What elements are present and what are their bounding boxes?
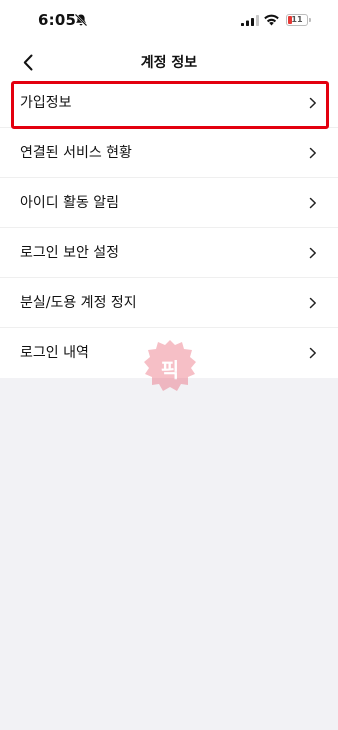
- menu-item-label: 연결된 서비스 현황: [20, 145, 132, 161]
- bell-off-icon: [74, 13, 88, 27]
- chevron-right-icon: [309, 247, 316, 259]
- menu-item-label: 가입정보: [20, 95, 72, 111]
- wifi-icon: [264, 14, 279, 26]
- chevron-right-icon: [309, 147, 316, 159]
- menu-item-login-security[interactable]: 로그인 보안 설정: [0, 228, 338, 278]
- chevron-right-icon: [309, 97, 316, 109]
- menu-item-id-activity-alerts[interactable]: 아이디 활동 알림: [0, 178, 338, 228]
- menu-item-label: 로그인 보안 설정: [20, 245, 120, 261]
- menu-item-lost-stolen-suspend[interactable]: 분실/도용 계정 정지: [0, 278, 338, 328]
- status-time: 6:05: [38, 11, 77, 29]
- status-bar: 6:05 11: [0, 0, 338, 44]
- menu-item-connected-services[interactable]: 연결된 서비스 현황: [0, 128, 338, 178]
- battery-icon: 11: [286, 14, 308, 26]
- chevron-right-icon: [309, 297, 316, 309]
- signal-icon: [241, 15, 259, 26]
- battery-level-text: 11: [291, 15, 303, 24]
- chevron-right-icon: [309, 197, 316, 209]
- navigation-bar: 계정 정보: [0, 44, 338, 78]
- menu-item-label: 분실/도용 계정 정지: [20, 295, 137, 311]
- menu-item-signup-info[interactable]: 가입정보: [0, 78, 338, 128]
- menu-item-login-history[interactable]: 로그인 내역: [0, 328, 338, 378]
- battery-tip: [309, 18, 311, 22]
- menu-item-label: 아이디 활동 알림: [20, 195, 120, 211]
- page-title: 계정 정보: [140, 55, 198, 71]
- menu-item-label: 로그인 내역: [20, 345, 89, 361]
- chevron-right-icon: [309, 347, 316, 359]
- account-menu-list: 가입정보 연결된 서비스 현황 아이디 활동 알림 로그인 보안 설정 분실/도…: [0, 78, 338, 378]
